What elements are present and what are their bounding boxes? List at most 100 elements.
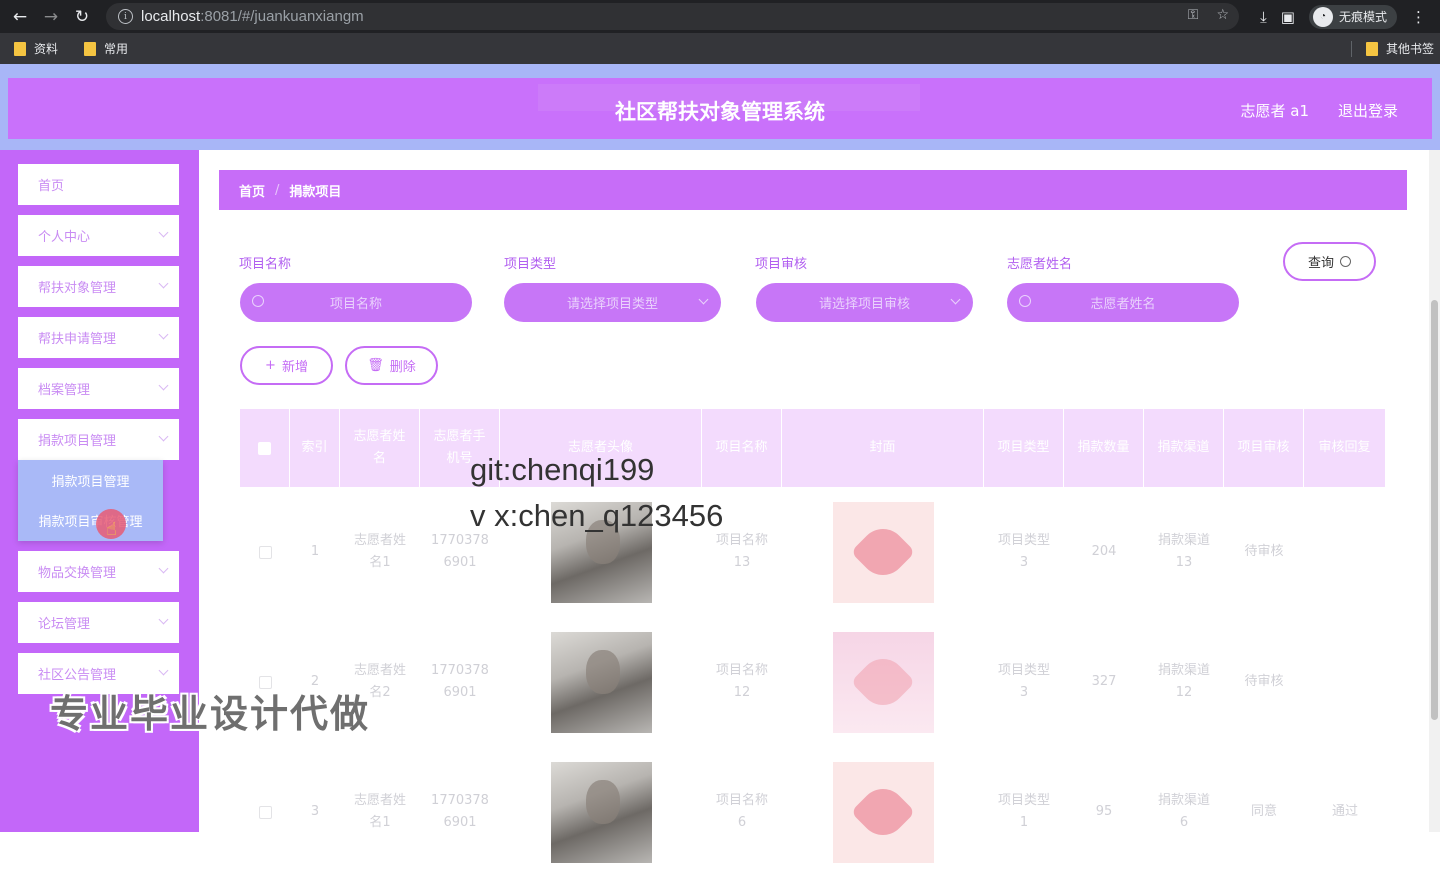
sidebar-item-aid-requests[interactable]: 帮扶申请管理 [18,317,179,358]
project-review-select[interactable]: 请选择项目审核 [756,283,973,322]
filter-label-volunteer-name: 志愿者姓名 [1007,257,1073,272]
bookmark-folder-1[interactable]: 资料 [14,40,58,57]
heart-icon [850,649,916,715]
cell-cover [782,617,984,747]
download-icon[interactable]: ⤓ [1260,8,1267,26]
cell-phone: 17703786901 [431,663,489,700]
cell-reply: 通过 [1331,804,1358,819]
incognito-badge[interactable]: ◔ 无痕模式 [1308,4,1397,29]
sidebar-item-profile[interactable]: 个人中心 [18,215,179,256]
forward-icon[interactable]: → [40,6,62,28]
col-review-reply[interactable]: 审核回复 [1304,409,1386,487]
cell-review: 待审核 [1244,674,1284,689]
folder-icon [14,41,26,56]
search-button[interactable]: 查询 [1283,242,1376,281]
row-checkbox[interactable] [240,487,290,617]
back-icon[interactable]: ← [9,6,31,28]
sidepanel-icon[interactable]: ▣ [1281,8,1295,26]
project-type-select[interactable]: 请选择项目类型 [504,283,721,322]
col-cover[interactable]: 封面 [782,409,984,487]
cell-avatar [500,747,702,877]
table-row[interactable]: 3 志愿者姓名1 17703786901 项目名称6 项目类型1 95 捐款渠道… [240,747,1386,877]
filter-label-project-type: 项目类型 [504,257,557,272]
folder-icon [1365,41,1378,56]
hand-cursor-icon: ☝ [106,519,117,540]
col-donation-amount[interactable]: 捐款数量 [1064,409,1144,487]
avatar-image [550,761,652,863]
delete-button[interactable]: 🗑 删除 [345,346,438,385]
breadcrumb-current: 捐款项目 [289,184,342,200]
scrollbar-thumb[interactable] [1431,300,1438,720]
col-project-type[interactable]: 项目类型 [984,409,1064,487]
search-icon [1019,295,1031,307]
sidebar-item-donation-projects[interactable]: 捐款项目管理 [18,419,179,460]
cell-volunteer-name: 志愿者姓名1 [353,533,406,570]
col-volunteer-name[interactable]: 志愿者姓名 [340,409,420,487]
cell-index: 3 [310,804,320,819]
menu-kebab-icon[interactable]: ⋮ [1411,8,1426,26]
heart-icon [850,779,916,845]
reload-icon[interactable]: ↻ [71,6,93,28]
chevron-down-icon [158,665,169,676]
breadcrumb-home[interactable]: 首页 [239,181,265,200]
col-donation-channel[interactable]: 捐款渠道 [1144,409,1224,487]
url-text: localhost:8081/#/juankuanxiangm [141,8,364,25]
sidebar-item-forum[interactable]: 论坛管理 [18,602,179,643]
address-bar[interactable]: i localhost:8081/#/juankuanxiangm ⚿ ☆ [106,3,1239,30]
cover-image [832,761,934,863]
bookmark-star-icon[interactable]: ☆ [1216,7,1229,23]
cell-amount: 204 [1091,544,1117,559]
volunteer-name-input[interactable]: 志愿者姓名 [1007,283,1239,322]
sidebar-item-home[interactable]: 首页 [18,164,179,205]
add-button[interactable]: + 新增 [240,346,333,385]
table-header: 索引 志愿者姓名 志愿者手机号 志愿者头像 项目名称 封面 项目类型 捐款数量 … [240,409,1386,487]
browser-toolbar: ← → ↻ i localhost:8081/#/juankuanxiangm … [0,0,1440,33]
search-icon [252,295,264,307]
page-scrollbar[interactable] [1429,150,1440,832]
col-project-review[interactable]: 项目审核 [1224,409,1304,487]
chevron-down-icon [158,431,169,442]
submenu-donation-projects[interactable]: 捐款项目管理 [18,460,163,500]
cell-phone: 17703786901 [431,793,489,830]
chevron-down-icon [158,278,169,289]
sidebar-item-archives[interactable]: 档案管理 [18,368,179,409]
plus-icon: + [265,358,276,373]
cell-project-type: 项目类型3 [997,663,1050,700]
cell-project-type: 项目类型3 [997,533,1050,570]
trash-icon: 🗑 [367,358,384,373]
chevron-down-icon [158,227,169,238]
cell-review: 同意 [1250,804,1277,819]
cell-channel: 捐款渠道13 [1157,533,1210,570]
col-project-name[interactable]: 项目名称 [702,409,782,487]
avatar-image [550,631,652,733]
table-row[interactable]: 2 志愿者姓名2 17703786901 项目名称12 项目类型3 327 捐款… [240,617,1386,747]
filter-label-project-review: 项目审核 [755,257,808,272]
chevron-down-icon [158,380,169,391]
site-info-icon[interactable]: i [118,9,133,24]
cell-cover [782,487,984,617]
table-row[interactable]: 1 志愿者姓名1 17703786901 项目名称13 项目类型3 204 捐款… [240,487,1386,617]
overlay-git-text: git:chenqi199 [470,452,655,487]
cover-image [832,631,934,733]
cell-avatar [500,617,702,747]
app-header: 社区帮扶对象管理系统 志愿者 a1 退出登录 [8,78,1432,139]
key-icon[interactable]: ⚿ [1188,7,1199,23]
app-title: 社区帮扶对象管理系统 [615,100,825,124]
current-user: 志愿者 a1 [1240,102,1309,120]
sidebar-item-item-exchange[interactable]: 物品交换管理 [18,551,179,592]
chevron-down-icon [158,614,169,625]
submenu-donation-review[interactable]: 捐款项目审核管理 [18,500,163,540]
sidebar-item-aid-targets[interactable]: 帮扶对象管理 [18,266,179,307]
chevron-down-icon [698,294,709,305]
chevron-down-icon [950,294,961,305]
chevron-down-icon [158,329,169,340]
row-checkbox[interactable] [240,747,290,877]
cover-image [832,501,934,603]
other-bookmarks[interactable]: 其他书签 [1365,40,1434,57]
select-all-checkbox[interactable] [240,409,290,487]
cell-channel: 捐款渠道12 [1157,663,1210,700]
logout-link[interactable]: 退出登录 [1338,100,1398,121]
donation-submenu: 捐款项目管理 捐款项目审核管理 [18,460,163,541]
project-name-input[interactable]: 项目名称 [240,283,472,322]
bookmark-folder-2[interactable]: 常用 [84,40,128,57]
